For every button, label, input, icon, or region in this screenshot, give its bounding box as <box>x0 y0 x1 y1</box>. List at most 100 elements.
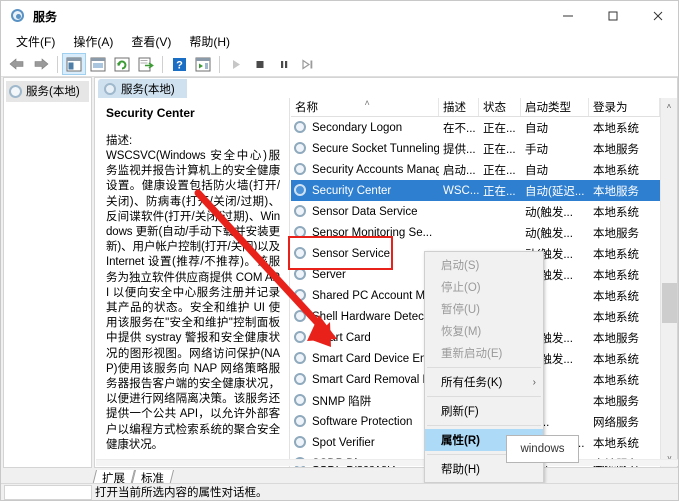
help-icon[interactable]: ? <box>167 53 191 75</box>
table-row[interactable]: Sensor Monitoring Se...动(触发...本地服务 <box>291 222 677 243</box>
cell-status: 正在... <box>479 141 521 157</box>
service-gear-icon <box>294 247 307 260</box>
scrollbar-thumb[interactable] <box>662 283 677 323</box>
cell-name: Security Center <box>291 184 439 197</box>
cell-logon: 本地服务 <box>589 225 660 241</box>
context-menu-item: 重新启动(E) <box>425 342 543 364</box>
service-name-label: Secondary Logon <box>312 122 402 134</box>
cell-name: Smart Card <box>291 331 439 344</box>
toolbar-separator <box>162 56 163 73</box>
context-menu-item[interactable]: 所有任务(K)› <box>425 371 543 393</box>
service-name-label: Sensor Data Service <box>312 206 417 218</box>
cell-name: Sensor Service <box>291 247 439 260</box>
pause-service-icon[interactable] <box>272 53 296 75</box>
cell-desc: WSC... <box>439 185 479 197</box>
cell-logon: 本地系统 <box>589 267 660 283</box>
stop-service-icon[interactable] <box>248 53 272 75</box>
minimize-icon[interactable] <box>545 1 590 31</box>
console-tree-pane: 服务(本地) <box>3 77 92 468</box>
column-header-desc[interactable]: 描述 <box>439 98 479 116</box>
services-gear-icon <box>104 83 116 95</box>
context-menu-item-label: 属性(R) <box>441 432 480 448</box>
service-name-label: SNMP 陷阱 <box>312 393 371 409</box>
services-gear-icon <box>9 85 22 98</box>
show-hide-console-tree-icon[interactable] <box>62 53 86 75</box>
context-menu-item: 启动(S) <box>425 254 543 276</box>
service-name-label: Smart Card Device En... <box>312 353 436 365</box>
pane-divider[interactable] <box>289 98 290 467</box>
cell-desc: 提供... <box>439 141 479 157</box>
cell-startup: 手动 <box>521 141 589 157</box>
context-menu-item-label: 刷新(F) <box>441 403 479 419</box>
properties-icon[interactable] <box>86 53 110 75</box>
services-pane: 服务(本地) Security Center 描述: WSCSVC(Window… <box>94 77 678 468</box>
service-gear-icon <box>294 373 307 386</box>
window-title: 服务 <box>33 8 57 25</box>
table-row[interactable]: Secondary Logon 在不...正在...自动本地系统 <box>291 117 677 138</box>
forward-icon[interactable] <box>29 53 53 75</box>
cell-desc: 在不... <box>439 120 479 136</box>
cell-status: 正在... <box>479 120 521 136</box>
column-header-label: 名称 <box>295 99 318 115</box>
column-header-label: 启动类型 <box>525 99 571 115</box>
context-menu-item-label: 启动(S) <box>441 257 479 273</box>
tooltip: windows <box>506 435 579 463</box>
menu-file[interactable]: 文件(F) <box>7 31 64 52</box>
list-vertical-scrollbar[interactable]: ˄ ˅ <box>660 98 677 467</box>
context-menu-item-label: 重新启动(E) <box>441 345 502 361</box>
refresh-icon[interactable] <box>110 53 134 75</box>
column-header-status[interactable]: 状态 <box>479 98 521 116</box>
back-icon[interactable] <box>5 53 29 75</box>
status-bar-text: 打开当前所选内容的属性对话框。 <box>95 484 268 500</box>
cell-logon: 本地系统 <box>589 288 660 304</box>
menu-help[interactable]: 帮助(H) <box>180 31 239 52</box>
pane-tab-services-local[interactable]: 服务(本地) <box>98 79 187 98</box>
table-row[interactable]: Security CenterWSC...正在...自动(延迟...本地服务 <box>291 180 677 201</box>
service-name-label: Sensor Monitoring Se... <box>312 227 432 239</box>
export-list-icon[interactable] <box>134 53 158 75</box>
table-row[interactable]: Sensor Data Service动(触发...本地系统 <box>291 201 677 222</box>
tooltip-text: windows <box>520 443 564 455</box>
cell-startup: 自动 <box>521 120 589 136</box>
service-gear-icon <box>294 436 307 449</box>
menu-separator <box>427 425 541 426</box>
close-icon[interactable] <box>635 1 679 31</box>
cell-name: Security Accounts Manag... <box>291 163 439 176</box>
maximize-icon[interactable] <box>590 1 635 31</box>
service-name-label: Secure Socket Tunneling ... <box>312 143 439 155</box>
column-header-logon[interactable]: 登录为 <box>589 98 660 116</box>
service-gear-icon <box>294 226 307 239</box>
cell-logon: 本地系统 <box>589 120 660 136</box>
list-horizontal-scrollbar[interactable] <box>96 459 678 466</box>
scroll-up-icon[interactable]: ˄ <box>661 98 677 115</box>
restart-service-icon[interactable] <box>296 53 320 75</box>
cell-logon: 本地服务 <box>589 141 660 157</box>
service-gear-icon <box>294 184 307 197</box>
menu-action[interactable]: 操作(A) <box>64 31 122 52</box>
table-row[interactable]: Security Accounts Manag...启动...正在...自动本地… <box>291 159 677 180</box>
cell-name: Sensor Monitoring Se... <box>291 226 439 239</box>
service-name-label: Software Protection <box>312 416 412 428</box>
service-gear-icon <box>294 121 307 134</box>
tree-item-services-local[interactable]: 服务(本地) <box>6 81 89 102</box>
column-header-label: 状态 <box>483 99 506 115</box>
context-menu-item-label: 帮助(H) <box>441 461 480 477</box>
context-menu-item-label: 所有任务(K) <box>441 374 502 390</box>
column-header-label: 登录为 <box>593 99 628 115</box>
start-service-icon[interactable] <box>224 53 248 75</box>
context-menu-item[interactable]: 刷新(F) <box>425 400 543 422</box>
cell-name: Spot Verifier <box>291 436 439 449</box>
service-gear-icon <box>294 352 307 365</box>
svg-text:?: ? <box>176 59 183 71</box>
menu-view[interactable]: 查看(V) <box>122 31 180 52</box>
column-header-startup[interactable]: 启动类型 <box>521 98 589 116</box>
cell-logon: 本地系统 <box>589 162 660 178</box>
column-header-name[interactable]: 名称˄ <box>291 98 439 116</box>
context-menu-item: 恢复(M) <box>425 320 543 342</box>
service-name-label: Spot Verifier <box>312 437 375 449</box>
services-gear-icon <box>10 8 26 24</box>
cell-startup: 动(触发... <box>521 204 589 220</box>
table-row[interactable]: Secure Socket Tunneling ...提供...正在...手动本… <box>291 138 677 159</box>
show-action-pane-icon[interactable] <box>191 53 215 75</box>
service-gear-icon <box>294 394 307 407</box>
